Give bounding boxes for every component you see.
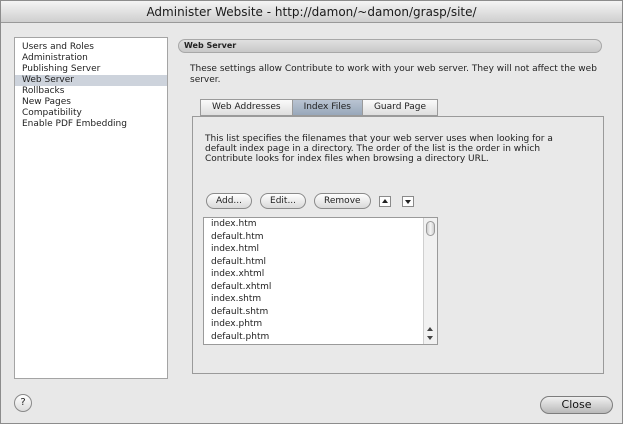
sidebar-item-users-and-roles[interactable]: Users and Roles (15, 42, 167, 53)
list-item[interactable]: index.xhtml (204, 268, 437, 281)
list-item[interactable]: index.shtm (204, 293, 437, 306)
list-item[interactable]: default.html (204, 256, 437, 269)
close-button[interactable]: Close (540, 396, 613, 414)
tab-guard-page[interactable]: Guard Page (361, 99, 439, 116)
list-item[interactable]: index.html (204, 243, 437, 256)
section-description: These settings allow Contribute to work … (190, 64, 597, 85)
window-title: Administer Website - http://damon/~damon… (1, 1, 622, 23)
triangle-down-icon (404, 199, 411, 204)
tab-web-addresses[interactable]: Web Addresses (200, 99, 293, 116)
sidebar-item-rollbacks[interactable]: Rollbacks (15, 86, 167, 97)
sidebar-item-enable-pdf-embedding[interactable]: Enable PDF Embedding (15, 119, 167, 130)
help-button[interactable]: ? (14, 394, 32, 412)
index-files-description: This list specifies the filenames that y… (205, 134, 553, 164)
move-down-button[interactable] (401, 195, 414, 207)
list-item[interactable]: index.htm (204, 218, 437, 231)
edit-button[interactable]: Edit... (260, 193, 307, 209)
index-files-list[interactable]: index.htm default.htm index.html default… (203, 217, 438, 345)
tab-bar: Web Addresses Index Files Guard Page (200, 99, 439, 116)
sidebar-item-administration[interactable]: Administration (15, 53, 167, 64)
scroll-up-arrow-icon[interactable] (427, 327, 433, 331)
scroll-down-arrow-icon[interactable] (427, 336, 433, 340)
list-item[interactable]: default.htm (204, 231, 437, 244)
index-files-panel: This list specifies the filenames that y… (192, 116, 604, 374)
sidebar-item-new-pages[interactable]: New Pages (15, 97, 167, 108)
list-item[interactable]: default.shtm (204, 306, 437, 319)
list-item[interactable]: default.phtm (204, 331, 437, 344)
section-title: Web Server (178, 39, 602, 53)
sidebar-item-web-server[interactable]: Web Server (15, 75, 167, 86)
list-scrollbar[interactable] (423, 218, 437, 344)
list-button-row: Add... Edit... Remove (206, 193, 425, 209)
triangle-up-icon (381, 198, 388, 203)
tab-index-files[interactable]: Index Files (291, 99, 363, 116)
sidebar-item-publishing-server[interactable]: Publishing Server (15, 64, 167, 75)
list-item[interactable]: index.phtm (204, 318, 437, 331)
move-up-button[interactable] (378, 195, 391, 207)
list-item[interactable]: default.xhtml (204, 281, 437, 294)
add-button[interactable]: Add... (206, 193, 253, 209)
remove-button[interactable]: Remove (314, 193, 371, 209)
scrollbar-thumb[interactable] (426, 221, 435, 236)
sidebar: Users and Roles Administration Publishin… (14, 37, 168, 379)
administer-website-window: Administer Website - http://damon/~damon… (0, 0, 623, 424)
sidebar-item-compatibility[interactable]: Compatibility (15, 108, 167, 119)
